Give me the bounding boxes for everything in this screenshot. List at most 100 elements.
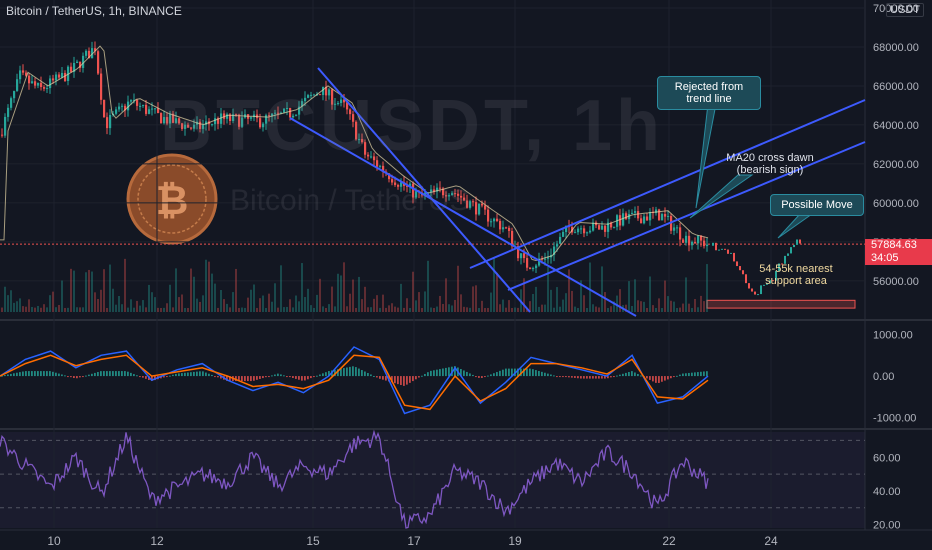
macd-histogram-bar (175, 373, 177, 377)
macd-histogram-bar (16, 372, 18, 377)
candle-body (703, 240, 706, 247)
volume-bar (16, 301, 18, 312)
macd-histogram-bar (202, 371, 204, 377)
currency-selector[interactable]: USDT (886, 3, 924, 17)
candle-body (58, 74, 61, 78)
projection-candle (715, 242, 717, 251)
projection-candle (742, 270, 744, 275)
projection-candle (790, 247, 792, 254)
candle-body (544, 258, 547, 260)
volume-bar (439, 295, 441, 312)
candle-body (673, 227, 676, 231)
macd-histogram-bar (463, 370, 465, 377)
macd-histogram-bar (274, 374, 276, 377)
macd-histogram-bar (553, 375, 555, 377)
macd-histogram-bar (319, 374, 321, 377)
volume-bar (142, 300, 144, 312)
volume-bar (469, 307, 471, 312)
macd-histogram-bar (628, 372, 630, 377)
volume-bar (85, 272, 87, 312)
volume-bar (661, 307, 663, 312)
candle-body (52, 78, 55, 81)
volume-bar (292, 307, 294, 312)
candle-body (139, 105, 142, 107)
macd-histogram-bar (199, 371, 201, 377)
volume-bar (22, 306, 24, 312)
macd-histogram-bar (88, 374, 90, 377)
macd-histogram-bar (673, 376, 675, 378)
volume-bar (166, 303, 168, 312)
name-watermark: Bitcoin / TetherUS (230, 184, 470, 217)
macd-histogram-bar (79, 376, 81, 378)
volume-bar (451, 305, 453, 312)
volume-bar (568, 269, 570, 312)
volume-bar (418, 292, 420, 312)
volume-bar (385, 307, 387, 312)
volume-bar (208, 261, 210, 312)
candle-body (487, 209, 490, 222)
volume-bar (103, 269, 105, 312)
volume-bar (262, 295, 264, 312)
macd-histogram-bar (85, 375, 87, 377)
volume-bar (589, 262, 591, 312)
volume-bar (586, 307, 588, 312)
volume-bar (301, 263, 303, 312)
volume-bar (268, 293, 270, 312)
macd-histogram-bar (682, 373, 684, 377)
volume-bar (10, 290, 12, 312)
macd-histogram-bar (355, 367, 357, 377)
candle-body (679, 227, 682, 240)
macd-histogram-bar (592, 376, 594, 379)
projection-candle (727, 249, 729, 254)
volume-bar (196, 298, 198, 312)
volume-bar (565, 293, 567, 312)
candle-body (580, 228, 583, 230)
candle-body (16, 79, 19, 92)
candle-body (589, 230, 592, 233)
macd-histogram-bar (244, 376, 246, 382)
macd-histogram-bar (13, 373, 15, 377)
candle-body (493, 218, 496, 222)
candle-body (145, 104, 148, 114)
macd-histogram-bar (124, 371, 126, 377)
candle-body (706, 244, 709, 247)
volume-bar (82, 307, 84, 312)
volume-bar (433, 307, 435, 312)
volume-bar (160, 307, 162, 312)
volume-bar (358, 276, 360, 312)
candle-body (106, 117, 109, 129)
volume-bar (340, 275, 342, 312)
candle-body (103, 99, 106, 118)
projection-candle (721, 248, 723, 250)
volume-bar (355, 307, 357, 312)
macd-histogram-bar (307, 376, 309, 380)
volume-bar (124, 258, 126, 312)
projection-candle (754, 291, 756, 295)
volume-bar (121, 304, 123, 312)
volume-bar (535, 286, 537, 312)
volume-bar (109, 264, 111, 312)
volume-bar (238, 307, 240, 312)
macd-histogram-bar (55, 372, 57, 377)
macd-histogram-bar (61, 374, 63, 377)
macd-histogram-bar (421, 375, 423, 377)
macd-histogram-bar (676, 375, 678, 377)
macd-histogram-bar (481, 376, 483, 378)
volume-bar (73, 270, 75, 312)
candle-body (31, 81, 34, 84)
macd-histogram-bar (82, 376, 84, 378)
macd-histogram-bar (646, 376, 648, 379)
macd-histogram-bar (619, 374, 621, 377)
macd-histogram-bar (556, 376, 558, 378)
macd-histogram-bar (253, 376, 255, 381)
macd-histogram-bar (571, 376, 573, 378)
candle-body (625, 213, 628, 220)
price-tick-label: 64000.00 (873, 120, 919, 132)
macd-histogram-bar (205, 372, 207, 377)
volume-bar (598, 307, 600, 312)
volume-bar (430, 307, 432, 312)
volume-bar (67, 307, 69, 312)
volume-bar (415, 300, 417, 312)
projection-candle (724, 248, 726, 250)
volume-bar (532, 293, 534, 312)
